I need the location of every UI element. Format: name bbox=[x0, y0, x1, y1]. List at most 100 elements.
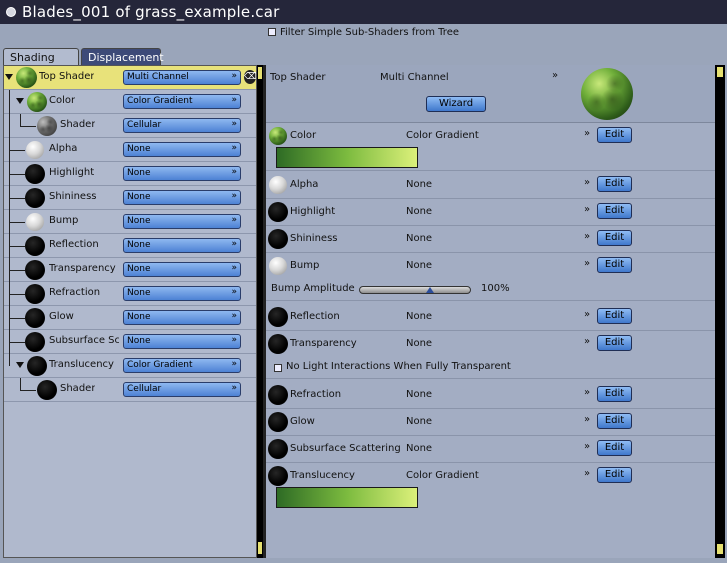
expand-arrow-icon[interactable] bbox=[16, 98, 24, 104]
edit-button[interactable]: Edit bbox=[597, 335, 632, 351]
edit-button[interactable]: Edit bbox=[597, 413, 632, 429]
tree-row-transparency[interactable]: Transparency None » bbox=[4, 258, 256, 282]
tree-dropdown[interactable]: Color Gradient » bbox=[123, 358, 241, 373]
tree-dropdown[interactable]: None » bbox=[123, 166, 241, 181]
scroll-down-button[interactable] bbox=[258, 542, 262, 554]
scroll-down-button[interactable] bbox=[717, 544, 723, 554]
color-ball-icon bbox=[27, 92, 47, 112]
tree-row-alpha[interactable]: Alpha None » bbox=[4, 138, 256, 162]
color-gradient-preview[interactable] bbox=[276, 147, 418, 168]
chevron-down-icon[interactable]: » bbox=[584, 309, 590, 320]
tree-dropdown[interactable]: Multi Channel » bbox=[123, 70, 241, 85]
tree-dropdown[interactable]: None » bbox=[123, 262, 241, 277]
edit-button[interactable]: Edit bbox=[597, 467, 632, 483]
chevron-down-icon[interactable]: » bbox=[584, 231, 590, 242]
tree-row-highlight[interactable]: Highlight None » bbox=[4, 162, 256, 186]
properties-scrollbar[interactable] bbox=[715, 65, 725, 558]
alpha-ball-icon bbox=[26, 141, 44, 159]
tree-row-bump[interactable]: Bump None » bbox=[4, 210, 256, 234]
chevron-down-icon[interactable]: » bbox=[584, 414, 590, 425]
chevron-down-icon[interactable]: » bbox=[584, 177, 590, 188]
bump-amplitude-slider[interactable] bbox=[359, 286, 471, 294]
filter-checkbox[interactable] bbox=[267, 28, 276, 36]
edit-button[interactable]: Edit bbox=[597, 440, 632, 456]
tree-row-color-shader[interactable]: Shader Cellular » bbox=[4, 114, 256, 138]
edit-button[interactable]: Edit bbox=[597, 176, 632, 192]
tree-dropdown[interactable]: None » bbox=[123, 310, 241, 325]
tree-label: Bump bbox=[49, 215, 79, 226]
scroll-up-button[interactable] bbox=[258, 67, 262, 79]
chevron-down-icon[interactable]: » bbox=[584, 258, 590, 269]
chevron-down-icon[interactable]: » bbox=[584, 128, 590, 139]
tree-label: Alpha bbox=[49, 143, 78, 154]
tree-dropdown[interactable]: None » bbox=[123, 214, 241, 229]
edit-button[interactable]: Edit bbox=[597, 203, 632, 219]
chevron-down-icon[interactable]: » bbox=[552, 70, 558, 81]
channel-value[interactable]: None bbox=[406, 338, 432, 349]
chevron-down-icon[interactable]: » bbox=[584, 204, 590, 215]
tree-row-translucency-shader[interactable]: Shader Cellular » bbox=[4, 378, 256, 402]
top-shader-header: Top Shader Multi Channel » Wizard bbox=[266, 65, 715, 123]
tree-line bbox=[9, 90, 10, 114]
channel-value[interactable]: None bbox=[406, 260, 432, 271]
edit-button[interactable]: Edit bbox=[597, 230, 632, 246]
tree-dropdown[interactable]: None » bbox=[123, 286, 241, 301]
edit-button[interactable]: Edit bbox=[597, 308, 632, 324]
tab-shading[interactable]: Shading bbox=[3, 48, 79, 65]
top-shader-value[interactable]: Multi Channel bbox=[380, 72, 449, 83]
edit-button[interactable]: Edit bbox=[597, 257, 632, 273]
wizard-button[interactable]: Wizard bbox=[426, 96, 486, 112]
window-close-icon[interactable] bbox=[6, 7, 16, 17]
tree-row-translucency[interactable]: Translucency Color Gradient » bbox=[4, 354, 256, 378]
dropdown-arrow-icon: » bbox=[231, 71, 237, 81]
channel-label: Shininess bbox=[290, 233, 338, 244]
tree-dropdown[interactable]: None » bbox=[123, 238, 241, 253]
translucency-gradient-preview[interactable] bbox=[276, 487, 418, 508]
translucency-ball-icon bbox=[27, 356, 47, 376]
tree-dropdown[interactable]: None » bbox=[123, 142, 241, 157]
chevron-down-icon[interactable]: » bbox=[584, 336, 590, 347]
channel-value[interactable]: Color Gradient bbox=[406, 130, 479, 141]
tree-dropdown[interactable]: Color Gradient » bbox=[123, 94, 241, 109]
chevron-down-icon[interactable]: » bbox=[584, 387, 590, 398]
tree-row-reflection[interactable]: Reflection None » bbox=[4, 234, 256, 258]
channel-value[interactable]: None bbox=[406, 443, 432, 454]
channel-value[interactable]: None bbox=[406, 179, 432, 190]
tab-displacement[interactable]: Displacement bbox=[81, 48, 164, 65]
channel-value[interactable]: None bbox=[406, 206, 432, 217]
chevron-down-icon[interactable]: » bbox=[584, 468, 590, 479]
highlight-ball-icon bbox=[268, 202, 288, 222]
channel-value[interactable]: None bbox=[406, 389, 432, 400]
edit-button[interactable]: Edit bbox=[597, 386, 632, 402]
tree-dropdown[interactable]: None » bbox=[123, 190, 241, 205]
channel-value[interactable]: Color Gradient bbox=[406, 470, 479, 481]
slider-knob[interactable] bbox=[426, 287, 434, 293]
channel-value[interactable]: None bbox=[406, 233, 432, 244]
tree-row-subsurface[interactable]: Subsurface Sc None » bbox=[4, 330, 256, 354]
expand-arrow-icon[interactable] bbox=[16, 362, 24, 368]
tree-row-top-shader[interactable]: Top Shader Multi Channel » ⌫ bbox=[4, 66, 256, 90]
chevron-down-icon[interactable]: » bbox=[584, 441, 590, 452]
no-light-label[interactable]: No Light Interactions When Fully Transpa… bbox=[286, 361, 511, 372]
tree-row-glow[interactable]: Glow None » bbox=[4, 306, 256, 330]
filter-label[interactable]: Filter Simple Sub-Shaders from Tree bbox=[280, 27, 459, 38]
tree-line bbox=[20, 126, 36, 127]
tree-row-refraction[interactable]: Refraction None » bbox=[4, 282, 256, 306]
tree-dropdown[interactable]: None » bbox=[123, 334, 241, 349]
subsurface-ball-icon bbox=[25, 332, 45, 352]
channel-value[interactable]: None bbox=[406, 311, 432, 322]
tree-dropdown[interactable]: Cellular » bbox=[123, 382, 241, 397]
edit-button[interactable]: Edit bbox=[597, 127, 632, 143]
channel-row-highlight: Highlight None » Edit bbox=[266, 199, 715, 226]
tree-row-shininess[interactable]: Shininess None » bbox=[4, 186, 256, 210]
channel-row-shininess: Shininess None » Edit bbox=[266, 226, 715, 253]
bump-amplitude-value: 100% bbox=[481, 283, 510, 294]
channel-label: Color bbox=[290, 130, 317, 141]
scroll-up-button[interactable] bbox=[717, 67, 723, 77]
tree-dropdown[interactable]: Cellular » bbox=[123, 118, 241, 133]
channel-value[interactable]: None bbox=[406, 416, 432, 427]
expand-arrow-icon[interactable] bbox=[5, 74, 13, 80]
tree-row-color[interactable]: Color Color Gradient » bbox=[4, 90, 256, 114]
no-light-checkbox[interactable] bbox=[274, 364, 282, 372]
trash-icon[interactable]: ⌫ bbox=[244, 70, 256, 84]
